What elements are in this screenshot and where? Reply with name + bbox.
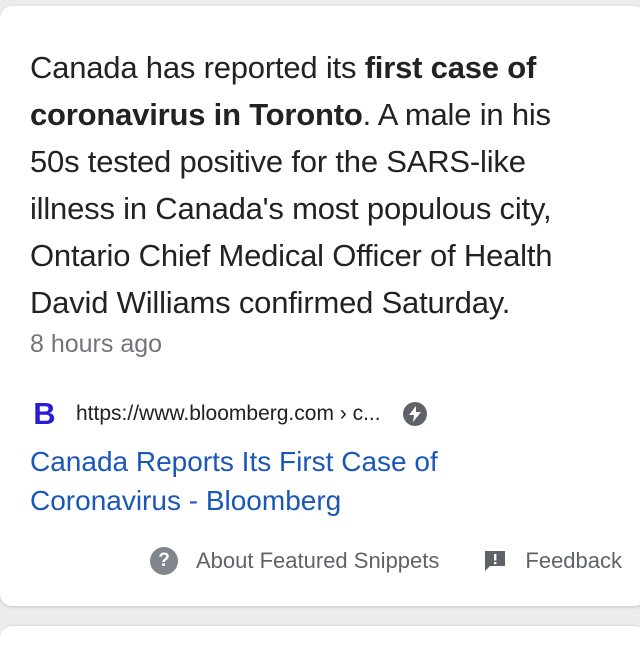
bloomberg-logo-icon: B (33, 396, 55, 431)
source-url[interactable]: https://www.bloomberg.com › c... (76, 402, 381, 426)
result-title-line-2[interactable]: Coronavirus - Bloomberg (30, 481, 590, 520)
snippet-bold-2: coronavirus in Toronto (30, 97, 363, 132)
snippet-line-1: Canada has reported its first case of (30, 44, 640, 91)
snippet-line-6: David Williams confirmed Saturday. (30, 285, 511, 320)
snippet-line-2: coronavirus in Toronto. A male in his (30, 91, 640, 138)
timestamp: 8 hours ago (30, 330, 163, 358)
feedback-icon[interactable] (483, 549, 507, 573)
result-title-line-1[interactable]: Canada Reports Its First Case of (30, 442, 590, 481)
next-result-card (0, 626, 640, 666)
source-row[interactable]: B https://www.bloomberg.com › c... (30, 396, 630, 431)
bolt-icon-svg (408, 406, 421, 422)
help-icon[interactable]: ? (150, 547, 178, 575)
snippet-line-3: 50s tested positive for the SARS-like (30, 144, 526, 179)
bolt-icon (402, 402, 427, 426)
snippet-text-rest: . A male in his (362, 97, 551, 132)
snippet-line-5: Ontario Chief Medical Officer of Health (30, 238, 553, 273)
snippet-footer: ? About Featured Snippets Feedback (150, 547, 640, 575)
snippet-text-pre: Canada has reported its (30, 50, 365, 85)
snippet-bold-1: first case of (364, 50, 537, 85)
about-featured-snippets-link[interactable]: About Featured Snippets (196, 548, 439, 574)
snippet-line-4: illness in Canada's most populous city, (30, 191, 552, 226)
feedback-link[interactable]: Feedback (525, 548, 622, 574)
featured-snippet-card: Canada has reported its first case of co… (0, 6, 640, 606)
snippet-text: Canada has reported its first case of co… (30, 44, 640, 326)
result-title-link[interactable]: Canada Reports Its First Case of Coronav… (30, 442, 590, 520)
